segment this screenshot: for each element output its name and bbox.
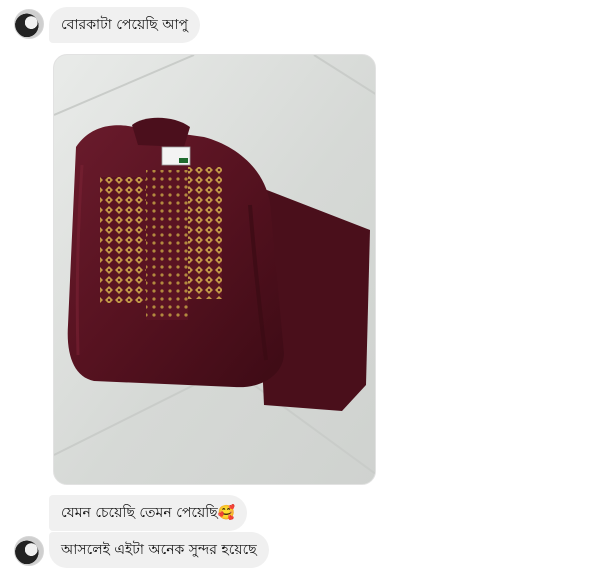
- photo-attachment-image: [54, 55, 375, 484]
- photo-message[interactable]: [53, 54, 376, 485]
- message-text: যেমন চেয়েছি তেমন পেয়েছি🥰: [61, 505, 236, 521]
- sender-avatar[interactable]: [14, 9, 44, 39]
- message-text: আসলেই এইটা অনেক সুন্দর হয়েছে: [61, 542, 257, 558]
- sender-avatar[interactable]: [14, 536, 44, 566]
- message-text: বোরকাটা পেয়েছি আপু: [61, 17, 189, 33]
- message-bubble[interactable]: বোরকাটা পেয়েছি আপু: [49, 7, 201, 43]
- message-bubble[interactable]: আসলেই এইটা অনেক সুন্দর হয়েছে: [49, 532, 269, 568]
- message-bubble[interactable]: যেমন চেয়েছি তেমন পেয়েছি🥰: [49, 495, 248, 531]
